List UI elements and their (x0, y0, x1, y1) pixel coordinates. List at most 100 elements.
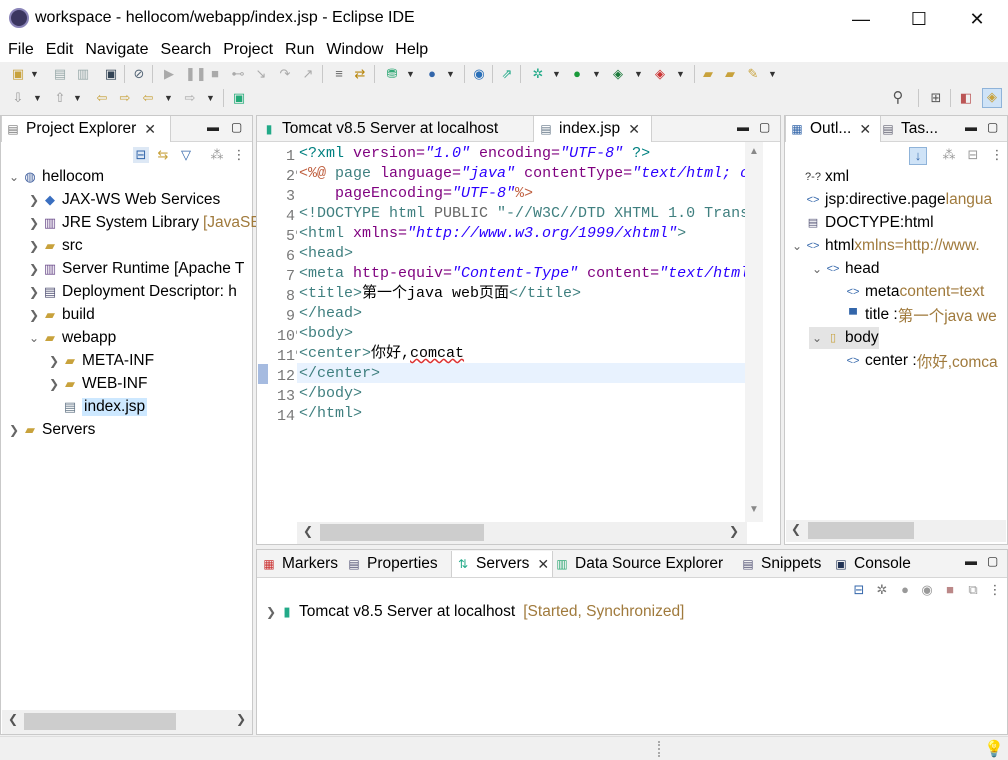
debug-server-icon[interactable]: ✲ (874, 582, 890, 598)
code-line[interactable]: <meta http-equiv="Content-Type" content=… (299, 264, 745, 284)
code-token: <!DOCTYPE (299, 205, 390, 222)
outline-item[interactable]: ⌄ ▯ body (809, 327, 879, 349)
outline-item-label: xml (825, 168, 850, 185)
outline-item[interactable]: ?-? xml (789, 166, 849, 188)
outline-item-label: title : (865, 306, 898, 323)
scroll-right-icon[interactable]: ❯ (236, 712, 246, 726)
collapse-all-icon[interactable]: ⊟ (851, 582, 867, 598)
outline-item-label: head (845, 260, 880, 277)
tab-snippets[interactable]: ▤ Snippets (741, 551, 831, 577)
tools-dropdown-icon[interactable]: ▼ (768, 66, 777, 82)
tab-properties[interactable]: ▤ Properties (347, 551, 449, 577)
maximize-icon[interactable]: ▢ (987, 554, 998, 568)
minimize-icon[interactable]: ▬ (965, 554, 977, 568)
tab-tasks[interactable]: ▤ Tas... (881, 116, 951, 142)
server-name: Tomcat v8.5 Server at localhost (299, 603, 516, 620)
code-line[interactable]: <?xml version="1.0" encoding="UTF-8" ?> (299, 144, 650, 164)
search-icon[interactable]: ⚲ (890, 90, 906, 106)
servers-icon: ⇅ (457, 557, 469, 571)
close-icon[interactable]: ✕ (537, 556, 549, 573)
chevron-right-icon[interactable]: ❯ (263, 605, 279, 619)
code-line[interactable]: </html> (299, 404, 362, 424)
code-token: version= (353, 145, 426, 162)
code-line[interactable]: <%@ page language="java" contentType="te… (299, 164, 745, 184)
scroll-up-icon[interactable]: ▲ (749, 146, 759, 157)
code-line[interactable]: </body> (299, 384, 362, 404)
chevron-down-icon[interactable]: ⌄ (809, 331, 825, 345)
scroll-thumb[interactable] (320, 524, 484, 541)
tab-outline[interactable]: ▦ Outl... ✕ (785, 116, 881, 142)
scroll-down-icon[interactable]: ▼ (749, 504, 759, 515)
scroll-thumb[interactable] (808, 522, 914, 539)
bottom-tabbar: ▦ Markers ▤ Properties ⇅ Servers ✕ ▥ Dat… (257, 550, 1007, 578)
code-line[interactable]: <html xmlns="http://www.w3.org/1999/xhtm… (299, 224, 686, 244)
element-icon: <> (846, 355, 860, 367)
tools-icon[interactable]: ✎ (745, 66, 761, 82)
close-icon[interactable]: ✕ (859, 121, 871, 138)
code-line[interactable]: <!DOCTYPE html PUBLIC "-//W3C//DTD XHTML… (299, 204, 745, 224)
publish-icon[interactable]: ⧉ (965, 582, 981, 598)
tab-console[interactable]: ▣ Console (834, 551, 922, 577)
scroll-left-icon[interactable]: ❮ (791, 522, 801, 536)
code-line[interactable]: <body> (299, 324, 353, 344)
sort-icon[interactable]: ↓ (909, 147, 927, 165)
java-ee-perspective-icon[interactable]: ◧ (958, 90, 974, 106)
maximize-icon[interactable]: ▢ (759, 120, 770, 134)
code-line[interactable]: <head> (299, 244, 353, 264)
outline-item-decoration: content=text (899, 283, 985, 300)
code-line[interactable]: </head> (299, 304, 362, 324)
code-line[interactable]: </center> (299, 364, 380, 384)
outline-item[interactable]: <> jsp:directive.page langua (789, 189, 993, 211)
code-line[interactable]: pageEncoding="UTF-8"%> (299, 184, 533, 204)
outline-item-decoration: 你好,comca (916, 354, 998, 371)
editor-vscrollbar[interactable]: ▲ ▼ (745, 142, 763, 522)
outline-tabbar: ▦ Outl... ✕ ▤ Tas... ▬ ▢ (785, 116, 1007, 142)
open-perspective-icon[interactable]: ⊞ (928, 90, 944, 106)
editor-hscrollbar[interactable]: ❮ ❯ (297, 522, 747, 544)
stop-server-icon[interactable]: ■ (942, 582, 958, 598)
tip-lightbulb-icon[interactable]: 💡 (984, 739, 1004, 759)
web-perspective-icon[interactable]: ◈ (982, 88, 1002, 108)
code-line[interactable]: <center>你好,comcat (299, 344, 464, 364)
tasks-icon: ▤ (882, 122, 894, 136)
scroll-left-icon[interactable]: ❮ (303, 524, 313, 538)
profile-server-icon[interactable]: ◉ (919, 582, 935, 598)
outline-item[interactable]: ⌄ <> html xmlns=http://www. (789, 235, 980, 257)
code-token: "java" (461, 165, 516, 182)
start-server-icon[interactable]: ● (897, 582, 913, 598)
chevron-down-icon[interactable]: ⌄ (789, 239, 805, 253)
tab-markers[interactable]: ▦ Markers (257, 551, 345, 577)
outline-item[interactable]: <> center : 你好,comca (829, 350, 998, 372)
tab-servers[interactable]: ⇅ Servers ✕ (451, 551, 553, 577)
tab-label: Properties (367, 555, 438, 572)
code-token: </head> (299, 305, 363, 322)
view-menu-icon[interactable]: ⋮ (987, 582, 1003, 598)
scroll-left-icon[interactable]: ❮ (8, 712, 18, 726)
code-token: comcat (410, 345, 465, 362)
code-token: <meta (299, 265, 354, 282)
maximize-button[interactable]: ☐ (890, 0, 948, 38)
server-icon: ▮ (283, 604, 291, 619)
code-line[interactable]: <title>第一个java web页面</title> (299, 284, 581, 304)
code-token: "UTF-8" (560, 145, 624, 162)
scroll-right-icon[interactable]: ❯ (729, 524, 739, 538)
outline-item[interactable]: <> meta content=text (829, 281, 985, 303)
outline-hscrollbar[interactable]: ❮ (786, 520, 1006, 542)
outline-item[interactable]: ⌄ <> head (809, 258, 880, 280)
close-button[interactable]: ✕ (948, 0, 1006, 38)
minimize-icon[interactable]: ▬ (965, 120, 977, 134)
chevron-down-icon[interactable]: ⌄ (809, 262, 825, 276)
maximize-icon[interactable]: ▢ (987, 120, 998, 134)
server-row[interactable]: ❯ ▮ Tomcat v8.5 Server at localhost [Sta… (263, 601, 684, 623)
scroll-thumb[interactable] (24, 713, 176, 730)
code-token: ?> (623, 145, 651, 162)
focus-icon[interactable]: ⁂ (941, 147, 957, 163)
collapse-all-icon[interactable]: ⊟ (965, 147, 981, 163)
view-menu-icon[interactable]: ⋮ (989, 147, 1005, 163)
outline-item[interactable]: ▀ title : 第一个java we (829, 304, 997, 326)
tab-data-source-explorer[interactable]: ▥ Data Source Explorer (555, 551, 735, 577)
project-explorer-hscrollbar[interactable]: ❮ ❯ (2, 710, 252, 734)
minimize-button[interactable]: — (832, 0, 890, 38)
tab-label: Console (854, 555, 911, 572)
outline-item[interactable]: ▤ DOCTYPE:html (789, 212, 934, 234)
